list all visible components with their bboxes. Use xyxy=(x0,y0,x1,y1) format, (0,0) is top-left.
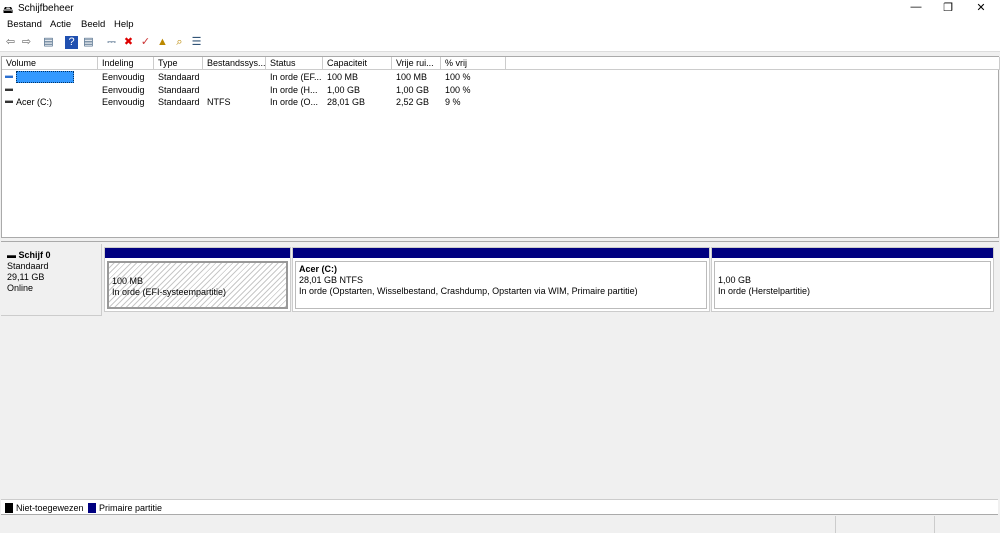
partition-type-bar xyxy=(105,248,290,258)
cell-capaciteit: 100 MB xyxy=(327,72,359,82)
volume-list: Volume Indeling Type Bestandssys... Status Ca… xyxy=(1,56,1000,238)
disk-0-label[interactable]: ▬ Schijf 0 Standaard 29,11 GB Online xyxy=(1,244,102,316)
disk-icon: ▬ xyxy=(7,250,19,260)
cell-bestandssys- xyxy=(203,84,207,96)
cell-capaciteit: 1,00 GB xyxy=(327,84,361,95)
menu-bar: Bestand Actie Beeld Help xyxy=(0,17,1000,33)
column-header[interactable]: Indeling xyxy=(98,57,154,70)
menu-actie[interactable]: Actie xyxy=(50,19,71,30)
column-header[interactable]: % vrij xyxy=(441,57,506,70)
cell-volume xyxy=(12,84,16,96)
cell--vrij: 9 % xyxy=(445,97,461,107)
status-divider xyxy=(934,516,935,533)
forward-arrow-icon[interactable]: ⇨ xyxy=(20,36,33,49)
list-view-icon[interactable]: ☰ xyxy=(190,36,203,49)
cell--vrij: 100 % xyxy=(445,72,471,82)
column-header[interactable]: Capaciteit xyxy=(323,57,392,70)
legend: Niet-toegewezen Primaire partitie xyxy=(1,499,998,515)
table-row[interactable]: ▬ Eenvoudig Standaard In orde (H... 1,00 GB 1… xyxy=(2,84,998,96)
partition[interactable]: 100 MB In orde (EFI-systeempartitie) xyxy=(104,247,291,312)
cell--vrij: 100 % xyxy=(445,84,471,95)
partition[interactable]: 1,00 GB In orde (Herstelpartitie) xyxy=(711,247,994,312)
legend-swatch-unallocated xyxy=(5,503,13,513)
column-header[interactable]: Vrije rui... xyxy=(392,57,441,70)
cell-status: In orde (EF... xyxy=(270,72,322,82)
table-row[interactable]: ▬ Acer (C:) Eenvoudig Standaard NTFS In orde … xyxy=(2,96,998,108)
cell-capaciteit: 28,01 GB xyxy=(327,97,366,107)
selected-volume-highlight[interactable] xyxy=(16,71,74,83)
toolbar: ⇦ ⇨ ▤? ▤ ⎓ ✖ ✓ ▲ ⌕ ☰ xyxy=(0,33,1000,52)
column-header-filler xyxy=(506,57,1000,70)
menu-beeld[interactable]: Beeld xyxy=(81,19,105,30)
cell-volume xyxy=(12,71,16,83)
cell-vrije-rui-: 2,52 GB xyxy=(396,97,430,107)
disk-type: Standaard xyxy=(7,261,49,271)
help-icon[interactable]: ? xyxy=(65,36,78,49)
menu-bestand[interactable]: Bestand xyxy=(7,19,42,30)
console-tree-icon[interactable]: ▤ xyxy=(42,36,55,49)
column-header[interactable]: Volume xyxy=(2,57,98,70)
partition-status: In orde (Opstarten, Wisselbestand, Crash… xyxy=(299,286,638,296)
column-header[interactable]: Type xyxy=(154,57,203,70)
delete-icon[interactable]: ✖ xyxy=(122,36,135,49)
minimize-button[interactable]: — xyxy=(901,1,931,13)
column-header[interactable]: Status xyxy=(266,57,323,70)
legend-unallocated: Niet-toegewezen xyxy=(16,503,84,513)
partition-size: 28,01 GB NTFS xyxy=(299,275,364,285)
cell-indeling: Eenvoudig xyxy=(102,97,145,107)
status-divider xyxy=(835,516,836,533)
disk-size: 29,11 GB xyxy=(7,272,45,282)
cell-status: In orde (O... xyxy=(270,97,319,107)
legend-primary: Primaire partitie xyxy=(99,503,163,513)
disk-state: Online xyxy=(7,283,34,293)
check-icon[interactable]: ✓ xyxy=(139,36,152,49)
partition-type-bar xyxy=(712,248,993,258)
legend-swatch-primary xyxy=(88,503,96,513)
folder-up-icon[interactable]: ▲ xyxy=(156,36,169,49)
cell-type: Standaard xyxy=(158,97,200,107)
partition-name: Acer (C:) xyxy=(299,264,338,274)
title-bar: 🖴 Schijfbeheer — ❐ ✕ xyxy=(0,0,1000,17)
cell-indeling: Eenvoudig xyxy=(102,84,145,95)
partition-status: In orde (EFI-systeempartitie) xyxy=(112,287,227,297)
column-header[interactable]: Bestandssys... xyxy=(203,57,266,70)
cell-volume: Acer (C:) xyxy=(16,97,52,107)
close-button[interactable]: ✕ xyxy=(966,1,996,14)
connect-drive-icon[interactable]: ⎓ xyxy=(105,36,118,49)
restore-button[interactable]: ❐ xyxy=(933,1,963,14)
partition-body: 1,00 GB In orde (Herstelpartitie) xyxy=(714,261,991,309)
partition-size: 1,00 GB xyxy=(718,275,752,285)
partition[interactable]: Acer (C:) 28,01 GB NTFS In orde (Opstarten… xyxy=(292,247,710,312)
cell-status: In orde (H... xyxy=(270,84,318,95)
disk-name: Schijf 0 xyxy=(18,250,51,260)
table-row[interactable]: ▬ Eenvoudig Standaard In orde (EF... 100 MB 1… xyxy=(2,71,998,83)
partition-type-bar xyxy=(293,248,709,258)
partition-body: 100 MB In orde (EFI-systeempartitie) xyxy=(107,261,288,309)
cell-type: Standaard xyxy=(158,72,200,82)
partition-size: 100 MB xyxy=(112,276,144,286)
partition-body: Acer (C:) 28,01 GB NTFS In orde (Opstarten… xyxy=(295,261,707,309)
status-bar xyxy=(0,516,1000,533)
cell-vrije-rui-: 100 MB xyxy=(396,72,428,82)
properties-icon[interactable]: ▤ xyxy=(82,36,95,49)
cell-bestandssys-: NTFS xyxy=(207,97,231,107)
partition-status: In orde (Herstelpartitie) xyxy=(718,286,811,296)
folder-search-icon[interactable]: ⌕ xyxy=(173,36,186,49)
cell-type: Standaard xyxy=(158,84,200,95)
menu-help[interactable]: Help xyxy=(114,19,134,30)
cell-bestandssys- xyxy=(203,71,207,83)
cell-indeling: Eenvoudig xyxy=(102,72,145,82)
back-arrow-icon[interactable]: ⇦ xyxy=(4,36,17,49)
cell-vrije-rui-: 1,00 GB xyxy=(396,84,430,95)
window-title: Schijfbeheer xyxy=(18,3,74,14)
